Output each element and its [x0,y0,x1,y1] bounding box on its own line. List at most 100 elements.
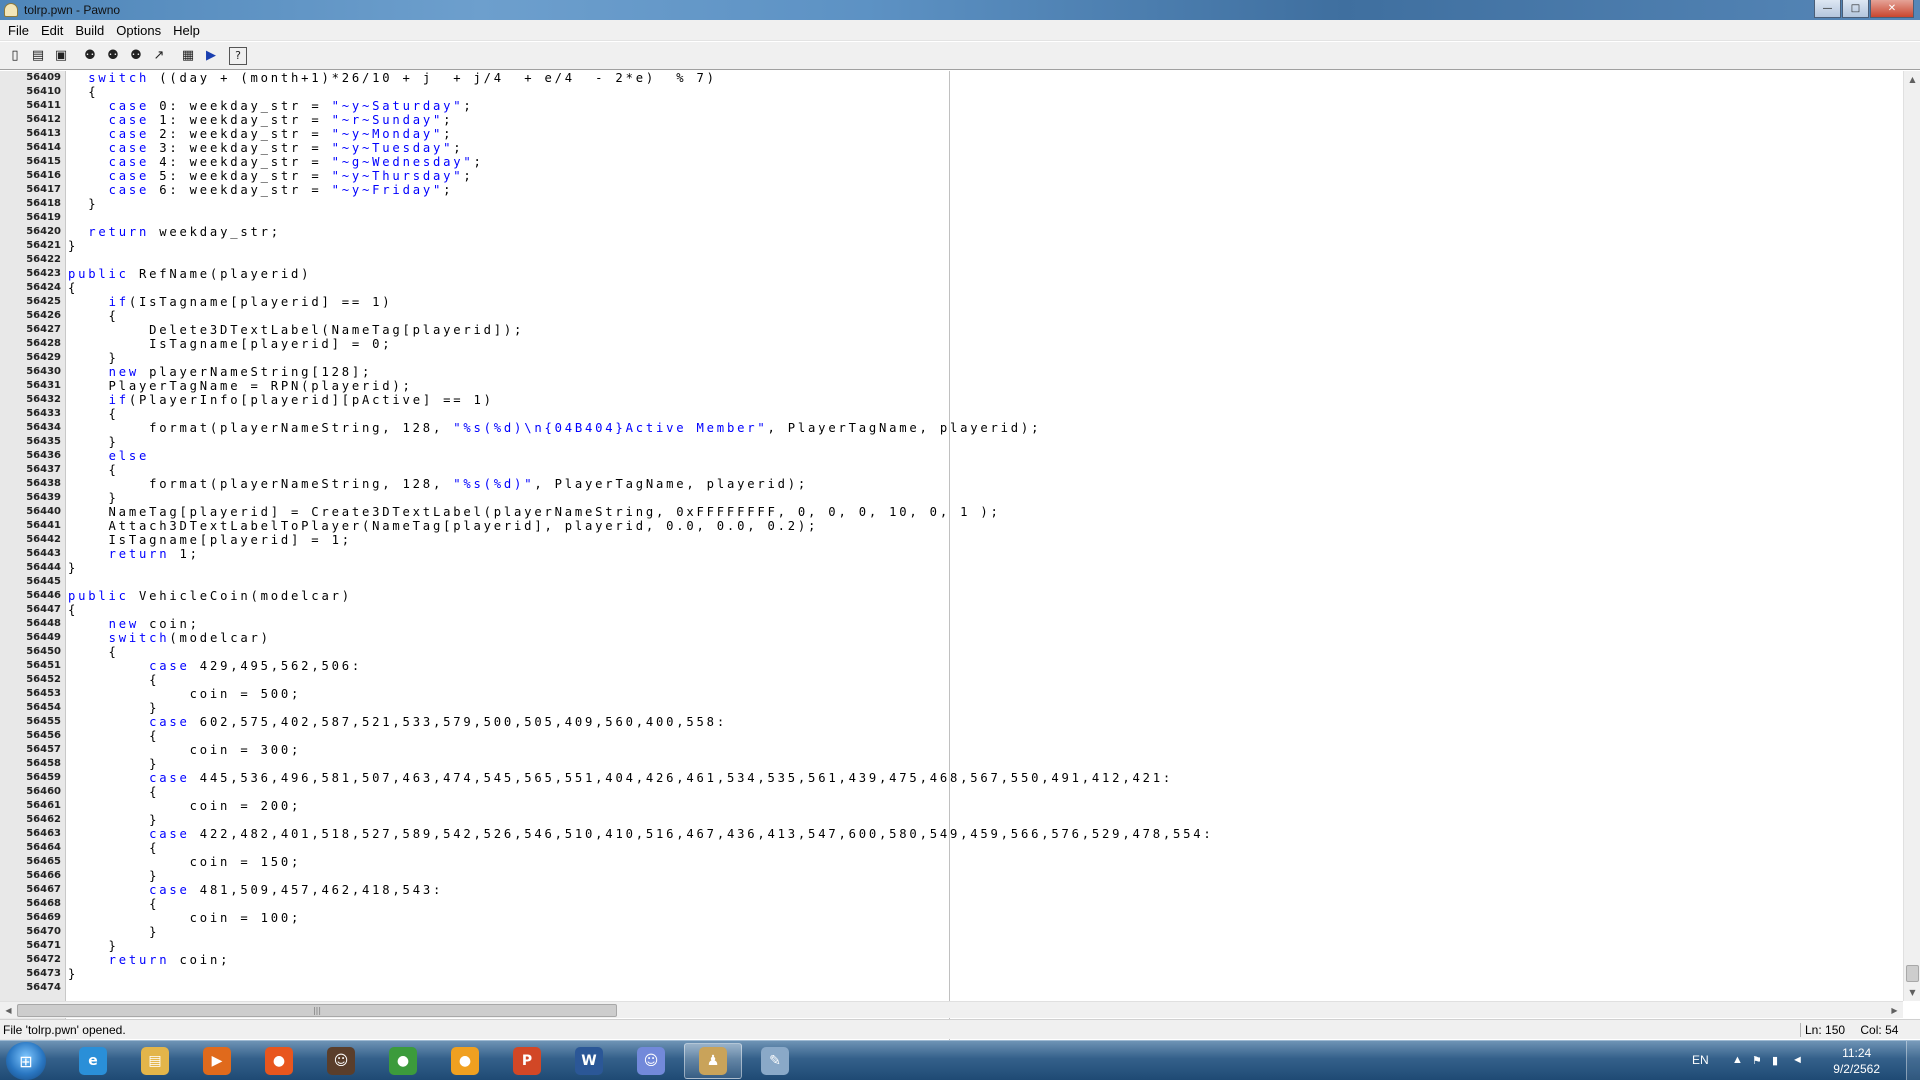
scroll-right-icon[interactable]: ▶ [1886,1002,1903,1019]
code-line[interactable] [68,575,1898,589]
code-line[interactable]: case 1: weekday_str = "~r~Sunday"; [68,113,1898,127]
code-line[interactable]: public RefName(playerid) [68,267,1898,281]
vertical-scrollbar[interactable]: ▲ ▼ [1903,71,1920,1001]
network-icon[interactable]: ▮ [1772,1054,1778,1067]
menu-edit[interactable]: Edit [35,23,69,38]
code-line[interactable]: Delete3DTextLabel(NameTag[playerid]); [68,323,1898,337]
code-line[interactable]: { [68,729,1898,743]
menu-file[interactable]: File [2,23,35,38]
code-line[interactable]: } [68,813,1898,827]
taskbar-internet-explorer-button[interactable]: e [64,1043,122,1079]
code-line[interactable] [68,981,1898,995]
code-line[interactable]: { [68,603,1898,617]
code-line[interactable]: { [68,673,1898,687]
code-line[interactable]: } [68,491,1898,505]
code-line[interactable]: { [68,463,1898,477]
code-line[interactable]: return 1; [68,547,1898,561]
action-center-icon[interactable]: ⚑ [1752,1054,1762,1067]
horizontal-scroll-thumb[interactable]: ||| [17,1004,617,1017]
minimize-button[interactable]: — [1814,0,1841,18]
code-line[interactable]: { [68,785,1898,799]
code-line[interactable]: } [68,351,1898,365]
code-line[interactable]: Attach3DTextLabelToPlayer(NameTag[player… [68,519,1898,533]
taskbar-game-app-button[interactable]: ☺ [312,1043,370,1079]
code-line[interactable]: coin = 150; [68,855,1898,869]
taskbar-powerpoint-button[interactable]: P [498,1043,556,1079]
title-bar[interactable]: tolrp.pwn - Pawno — □ ✕ [0,0,1920,20]
taskbar-firefox-button[interactable]: ● [250,1043,308,1079]
find-next-icon[interactable]: ⚉ [102,45,124,67]
taskbar-file-explorer-button[interactable]: ▤ [126,1043,184,1079]
help-icon[interactable]: ? [229,46,247,65]
code-line[interactable]: switch(modelcar) [68,631,1898,645]
horizontal-scrollbar[interactable]: ◀ ||| ▶ [0,1001,1903,1018]
code-line[interactable]: } [68,757,1898,771]
pawno-app-icon[interactable] [4,3,18,17]
code-line[interactable]: } [68,869,1898,883]
start-button[interactable]: ⊞ [6,1042,46,1080]
code-line[interactable]: coin = 200; [68,799,1898,813]
menu-options[interactable]: Options [110,23,167,38]
taskbar-media-player-button[interactable]: ▶ [188,1043,246,1079]
new-file-icon[interactable]: ▯ [4,45,26,67]
code-line[interactable]: coin = 500; [68,687,1898,701]
code-line[interactable]: } [68,967,1898,981]
taskbar-pawno-button[interactable]: ♟ [684,1043,742,1079]
code-line[interactable]: case 3: weekday_str = "~y~Tuesday"; [68,141,1898,155]
code-text-area[interactable]: switch ((day + (month+1)*26/10 + j + j/4… [68,71,1898,1072]
code-line[interactable]: case 4: weekday_str = "~g~Wednesday"; [68,155,1898,169]
code-line[interactable]: } [68,925,1898,939]
code-line[interactable]: case 445,536,496,581,507,463,474,545,565… [68,771,1898,785]
code-line[interactable]: else [68,449,1898,463]
find-icon[interactable]: ⚉ [79,45,101,67]
function-list-icon[interactable]: ▦ [177,45,199,67]
scroll-left-icon[interactable]: ◀ [0,1002,17,1019]
code-line[interactable]: coin = 100; [68,911,1898,925]
code-line[interactable]: case 2: weekday_str = "~y~Monday"; [68,127,1898,141]
code-line[interactable]: switch ((day + (month+1)*26/10 + j + j/4… [68,71,1898,85]
code-line[interactable]: coin = 300; [68,743,1898,757]
code-line[interactable]: case 422,482,401,518,527,589,542,526,546… [68,827,1898,841]
goto-line-icon[interactable]: ↗ [148,45,170,67]
code-line[interactable]: IsTagname[playerid] = 0; [68,337,1898,351]
language-indicator[interactable]: EN [1692,1053,1709,1067]
code-line[interactable]: case 602,575,402,587,521,533,579,500,505… [68,715,1898,729]
code-line[interactable]: PlayerTagName = RPN(playerid); [68,379,1898,393]
taskbar-word-button[interactable]: W [560,1043,618,1079]
code-line[interactable]: case 481,509,457,462,418,543: [68,883,1898,897]
taskbar-browser-app-button[interactable]: ● [436,1043,494,1079]
code-line[interactable] [68,211,1898,225]
code-line[interactable]: case 5: weekday_str = "~y~Thursday"; [68,169,1898,183]
scroll-down-icon[interactable]: ▼ [1904,984,1920,1001]
code-line[interactable]: case 6: weekday_str = "~y~Friday"; [68,183,1898,197]
taskbar-discord-button[interactable]: ☺ [622,1043,680,1079]
code-line[interactable]: { [68,281,1898,295]
maximize-button[interactable]: □ [1842,0,1869,18]
taskbar-chrome-button[interactable]: ● [374,1043,432,1079]
show-hidden-icons-icon[interactable]: ▲ [1732,1054,1743,1066]
code-line[interactable]: new playerNameString[128]; [68,365,1898,379]
compile-run-icon[interactable]: ▶ [200,45,222,67]
close-button[interactable]: ✕ [1870,0,1914,18]
code-line[interactable]: NameTag[playerid] = Create3DTextLabel(pl… [68,505,1898,519]
menu-help[interactable]: Help [167,23,206,38]
code-line[interactable]: return weekday_str; [68,225,1898,239]
save-icon[interactable]: ▣ [50,45,72,67]
code-line[interactable]: } [68,435,1898,449]
scroll-up-icon[interactable]: ▲ [1904,71,1920,88]
code-line[interactable]: IsTagname[playerid] = 1; [68,533,1898,547]
code-line[interactable]: case 429,495,562,506: [68,659,1898,673]
code-line[interactable]: if(PlayerInfo[playerid][pActive] == 1) [68,393,1898,407]
taskbar-paint-button[interactable]: ✎ [746,1043,804,1079]
code-line[interactable]: { [68,85,1898,99]
code-line[interactable]: } [68,239,1898,253]
code-line[interactable]: { [68,407,1898,421]
code-line[interactable]: } [68,561,1898,575]
code-line[interactable]: new coin; [68,617,1898,631]
menu-build[interactable]: Build [69,23,110,38]
code-line[interactable]: if(IsTagname[playerid] == 1) [68,295,1898,309]
volume-icon[interactable]: ◄ [1792,1054,1803,1066]
open-folder-icon[interactable]: ▤ [27,45,49,67]
replace-icon[interactable]: ⚉ [125,45,147,67]
code-editor[interactable]: 56409 56410 56411 56412 56413 56414 56415 56416… [0,71,1920,1072]
